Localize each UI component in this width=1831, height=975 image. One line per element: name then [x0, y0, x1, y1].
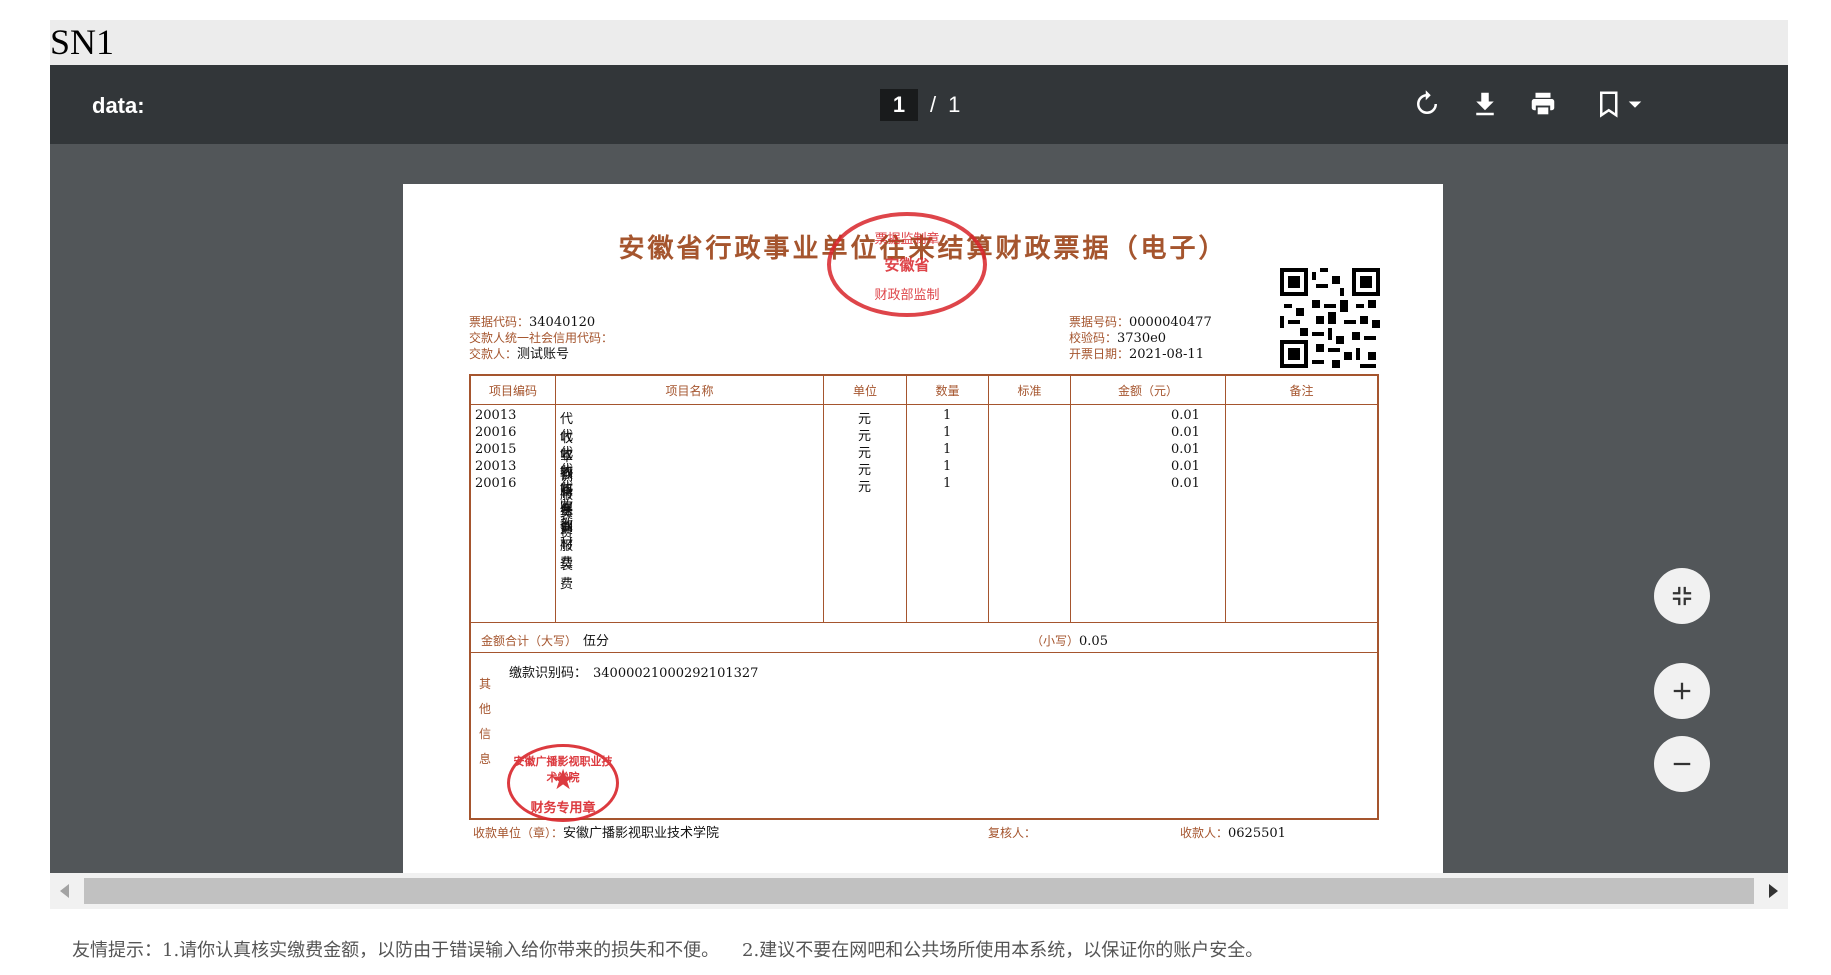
receipt-page: 安徽省行政事业单位往来结算财政票据（电子） 票据监制章 安徽省 财政部监制 票据… — [403, 184, 1443, 873]
document-title: data: — [92, 93, 145, 118]
payer: 交款人：测试账号 — [469, 347, 570, 362]
divider — [1070, 376, 1071, 622]
total-pages: 1 — [948, 92, 961, 117]
col-header: 标准 — [1017, 384, 1042, 398]
item-amount: 0.01 — [1171, 425, 1200, 440]
col-header: 数量 — [935, 384, 960, 398]
download-icon[interactable] — [1470, 89, 1500, 119]
stamp-line3: 财政部监制 — [874, 288, 940, 303]
item-amount: 0.01 — [1171, 442, 1200, 457]
col-header: 单位 — [852, 384, 877, 398]
scroll-right-icon[interactable] — [1769, 884, 1778, 898]
col-header: 备注 — [1289, 384, 1314, 398]
item-qty: 1 — [943, 425, 952, 440]
pdf-viewer: data: 1 / 1 安徽省行政事业单位往来结算财政票据（电子） 票据监制章 … — [50, 65, 1788, 873]
divider — [988, 376, 989, 622]
item-code: 20015 — [475, 442, 517, 457]
divider — [471, 622, 1377, 623]
divider — [823, 376, 824, 622]
other-info-label: 其他信息 — [479, 677, 492, 766]
divider — [1225, 376, 1226, 622]
divider — [471, 652, 1377, 653]
item-amount: 0.01 — [1171, 476, 1200, 491]
print-icon[interactable] — [1528, 89, 1558, 119]
footer-tip: 友情提示：1.请你认真核实缴费金额，以防由于错误输入给你带来的损失和不便。 2.… — [72, 940, 1264, 961]
zoom-out-icon[interactable] — [1654, 736, 1710, 792]
item-qty: 1 — [943, 459, 952, 474]
supervision-stamp: 票据监制章 安徽省 财政部监制 — [827, 212, 987, 317]
scroll-left-icon[interactable] — [60, 884, 69, 898]
page-indicator: 1 / 1 — [880, 89, 960, 121]
stamp-line2: 安徽省 — [884, 256, 930, 274]
total-lower: （小写）0.05 — [1031, 634, 1108, 649]
stamp-line1: 票据监制章 — [874, 232, 940, 247]
col-header: 项目编码 — [488, 384, 537, 398]
issue-date: 开票日期：2021-08-11 — [1069, 347, 1204, 362]
item-code: 20013 — [475, 408, 517, 423]
scrollbar-thumb[interactable] — [84, 878, 1754, 904]
page-separator: / — [930, 92, 937, 117]
bookmark-icon[interactable] — [1595, 89, 1645, 119]
fit-page-icon[interactable] — [1654, 568, 1710, 624]
star-icon: ★ — [550, 763, 576, 796]
page-number-input[interactable]: 1 — [880, 89, 918, 121]
reviewer: 复核人： — [988, 826, 1037, 840]
payment-id: 缴款识别码： 34000021000292101327 — [509, 666, 759, 681]
item-unit: 元 — [858, 480, 872, 495]
payee-unit: 收款单位（章）：安徽广播影视职业技术学院 — [473, 826, 720, 841]
divider — [906, 376, 907, 622]
receipt-table: 项目编码 项目名称 单位 数量 标准 金额（元） 备注 20013 代收军训服装费… — [469, 374, 1379, 822]
divider — [471, 404, 1377, 405]
finance-stamp: 安徽广播影视职业技术学院 ★ 财务专用章 — [507, 744, 619, 822]
stamp-text: 财务专用章 — [530, 801, 596, 816]
item-qty: 1 — [943, 476, 952, 491]
item-name: 代收教材费 — [560, 480, 574, 571]
rotate-icon[interactable] — [1412, 89, 1442, 119]
header-label: SN1 — [50, 22, 115, 62]
viewer-toolbar: data: 1 / 1 — [50, 65, 1788, 144]
horizontal-scrollbar[interactable] — [50, 873, 1788, 909]
total-upper: 金额合计（大写） 伍分 — [481, 634, 610, 649]
item-code: 20016 — [475, 476, 517, 491]
item-amount: 0.01 — [1171, 408, 1200, 423]
qr-code — [1280, 268, 1380, 368]
item-code: 20016 — [475, 425, 517, 440]
payee: 收款人：0625501 — [1180, 826, 1286, 841]
page-header: SN1 — [50, 20, 1788, 65]
col-header: 项目名称 — [665, 384, 714, 398]
item-qty: 1 — [943, 408, 952, 423]
col-header: 金额（元） — [1117, 384, 1178, 398]
divider — [555, 376, 556, 622]
zoom-in-icon[interactable] — [1654, 663, 1710, 719]
item-amount: 0.01 — [1171, 459, 1200, 474]
item-code: 20013 — [475, 459, 517, 474]
item-qty: 1 — [943, 442, 952, 457]
